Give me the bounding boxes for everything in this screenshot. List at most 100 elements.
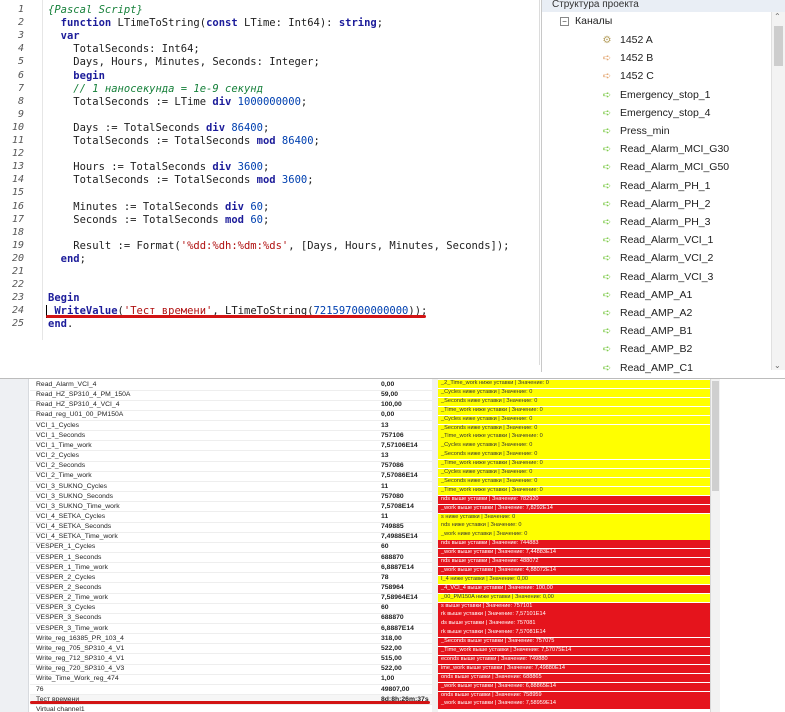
log-entry-below-threshold[interactable]: s ниже уставки | Значение: 0 — [438, 513, 710, 522]
log-entry-below-threshold[interactable]: _Seconds ниже уставки | Значение: 0 — [438, 451, 710, 460]
variable-row[interactable]: VCI_2_Cycles 13 — [30, 451, 432, 462]
variable-row[interactable]: Write_Time_Work_reg_474 1,00 — [30, 674, 432, 685]
log-entry-above-threshold[interactable]: econds выше уставки | Значение: 749880 — [438, 655, 710, 665]
tree-item-channel[interactable]: ➪ Emergency_stop_4 — [600, 104, 711, 122]
variable-row[interactable]: VCI_4_SETKA_Cycles 11 — [30, 512, 432, 523]
log-entry-below-threshold[interactable]: _Cycles ниже уставки | Значение: 0 — [438, 415, 710, 424]
variable-row[interactable]: VESPER_3_Cycles 60 — [30, 603, 432, 614]
tree-item-channel[interactable]: ➪ 1452 B — [600, 49, 653, 67]
log-entry-below-threshold[interactable]: _Cycles ниже уставки | Значение: 0 — [438, 442, 710, 451]
log-entry-below-threshold[interactable]: _Time_work ниже уставки | Значение: 0 — [438, 406, 710, 415]
scroll-up-icon[interactable]: ⌃ — [774, 12, 781, 21]
log-entry-above-threshold[interactable]: _work выше уставки | Значение: 6,88865E1… — [438, 682, 710, 691]
variable-row[interactable]: VESPER_2_Time_work 7,58964E14 — [30, 593, 432, 604]
tree-item-channel[interactable]: ⚙ 1452 A — [600, 31, 653, 49]
log-entry-below-threshold[interactable]: _Seconds ниже уставки | Значение: 0 — [438, 477, 710, 487]
log-entry-above-threshold[interactable]: onds выше уставки | Значение: 758959 — [438, 691, 710, 700]
log-entry-above-threshold[interactable]: s выше уставки | Значение: 757101 — [438, 602, 710, 611]
log-entry-below-threshold[interactable]: _Cycles ниже уставки | Значение: 0 — [438, 388, 710, 398]
log-entry-above-threshold[interactable]: _work выше уставки | Значение: 4,88072E1… — [438, 566, 710, 576]
tree-item-channel[interactable]: ➪ Read_AMP_A2 — [600, 304, 693, 322]
variable-row[interactable]: VCI_1_Time_work 7,57106E14 — [30, 441, 432, 452]
variable-row[interactable]: VESPER_1_Cycles 60 — [30, 542, 432, 553]
log-entry-above-threshold[interactable]: nds выше уставки | Значение: 488072 — [438, 558, 710, 567]
tree-item-channel[interactable]: ➪ Read_AMP_B1 — [600, 322, 693, 340]
tree-item-channel[interactable]: ➪ 1452 C — [600, 67, 654, 85]
variable-row[interactable]: VCI_1_Seconds 757106 — [30, 431, 432, 442]
variable-row[interactable]: VCI_4_SETKA_Time_work 7,49885E14 — [30, 532, 432, 543]
variable-row[interactable]: VCI_2_Time_work 7,57086E14 — [30, 471, 432, 482]
variable-row[interactable]: Read_HZ_SP310_4_PM_150A 59,00 — [30, 390, 432, 401]
log-entry-above-threshold[interactable]: _Seconds выше уставки | Значение: 757075 — [438, 638, 710, 647]
log-entry-above-threshold[interactable]: _work выше уставки | Значение: 7,58959E1… — [438, 700, 710, 709]
variable-row[interactable]: Virtual channel1 — [30, 705, 432, 712]
tree-root-channels[interactable]: − Каналы — [560, 12, 612, 31]
log-entry-below-threshold[interactable]: _work ниже уставки | Значение: 0 — [438, 531, 710, 540]
log-entry-below-threshold[interactable]: _Time_work ниже уставки | Значение: 0 — [438, 433, 710, 442]
tree-item-channel[interactable]: ➪ Read_Alarm_PH_3 — [600, 213, 711, 231]
tree-item-channel[interactable]: ➪ Read_AMP_B2 — [600, 340, 693, 358]
log-entry-below-threshold[interactable]: _Seconds ниже уставки | Значение: 0 — [438, 397, 710, 407]
events-log[interactable]: _2_Time_work ниже уставки | Значение: 0 _… — [438, 379, 710, 712]
log-entry-above-threshold[interactable]: rk выше уставки | Значение: 7,57081E14 — [438, 629, 710, 638]
log-entry-below-threshold[interactable]: _2_Time_work ниже уставки | Значение: 0 — [438, 380, 710, 389]
log-entry-above-threshold[interactable]: _work выше уставки | Значение: 7,44883E1… — [438, 549, 710, 558]
tree-item-channel[interactable]: ➪ Read_AMP_C1 — [600, 359, 693, 377]
variable-row[interactable]: VCI_2_Seconds 757086 — [30, 461, 432, 472]
tree-item-channel[interactable]: ➪ Read_Alarm_PH_1 — [600, 177, 711, 195]
log-entry-above-threshold[interactable]: _Time_work выше уставки | Значение: 7,57… — [438, 647, 710, 656]
variable-row[interactable]: VCI_3_SUKNO_Cycles 11 — [30, 482, 432, 493]
log-entry-above-threshold[interactable]: ime_work выше уставки | Значение: 7,4988… — [438, 664, 710, 674]
variable-row[interactable]: Read_Alarm_VCI_4 0,00 — [30, 380, 432, 391]
log-entry-below-threshold[interactable]: I_4 ниже уставки | Значение: 0,00 — [438, 575, 710, 585]
collapse-toggle-icon[interactable]: − — [560, 17, 569, 26]
scroll-down-icon[interactable]: ⌄ — [774, 361, 781, 370]
log-entry-below-threshold[interactable]: _Cycles ниже уставки | Значение: 0 — [438, 469, 710, 478]
tree-item-channel[interactable]: ➪ Read_Alarm_VCI_3 — [600, 268, 714, 286]
variable-row[interactable]: VESPER_3_Seconds 688870 — [30, 613, 432, 625]
tree-item-channel[interactable]: ➪ Emergency_stop_1 — [600, 86, 711, 104]
log-entry-below-threshold[interactable]: nds ниже уставки | Значение: 0 — [438, 522, 710, 531]
variable-row[interactable]: VESPER_2_Cycles 78 — [30, 573, 432, 584]
variable-row[interactable]: Write_reg_720_SP310_4_V3 522,00 — [30, 664, 432, 675]
tree-item-channel[interactable]: ➪ Read_Alarm_MCI_G50 — [600, 158, 729, 176]
variable-row[interactable]: Write_reg_16385_PR_103_4 318,00 — [30, 634, 432, 645]
variable-row[interactable]: VCI_4_SETKA_Seconds 749885 — [30, 522, 432, 533]
tree-item-channel[interactable]: ➪ Read_Alarm_VCI_2 — [600, 249, 714, 267]
variable-row[interactable]: VCI_3_SUKNO_Time_work 7,5708E14 — [30, 502, 432, 513]
variable-row[interactable]: VCI_3_SUKNO_Seconds 757080 — [30, 492, 432, 503]
log-entry-above-threshold[interactable]: onds выше уставки | Значение: 688865 — [438, 673, 710, 682]
log-entry-above-threshold[interactable]: _work выше уставки | Значение: 7,8292E14 — [438, 504, 710, 513]
log-entry-above-threshold[interactable]: nds выше уставки | Значение: 744883 — [438, 540, 710, 549]
log-scrollbar[interactable] — [711, 379, 720, 712]
log-entry-below-threshold[interactable]: _Time_work ниже уставки | Значение: 0 — [438, 460, 710, 469]
log-entry-above-threshold[interactable]: ds выше уставки | Значение: 757081 — [438, 620, 710, 629]
tree-item-channel[interactable]: ➪ Read_Alarm_PH_2 — [600, 195, 711, 213]
variable-row[interactable]: VESPER_2_Seconds 758964 — [30, 583, 432, 594]
tree-item-channel[interactable]: ➪ Read_Alarm_MCI_G30 — [600, 140, 729, 158]
log-entry-above-threshold[interactable]: _4_VCI_4 выше уставки | Значение: 100,00 — [438, 584, 710, 593]
variable-row[interactable]: VCI_1_Cycles 13 — [30, 421, 432, 432]
variable-row[interactable]: VESPER_1_Seconds 688870 — [30, 553, 432, 564]
variable-row[interactable]: Write_reg_712_SP310_4_V1 515,00 — [30, 654, 432, 665]
tree-item-channel[interactable]: ➪ Read_Alarm_VCI_1 — [600, 231, 714, 249]
variable-row[interactable]: VESPER_1_Time_work 6,8887E14 — [30, 563, 432, 574]
log-scrollbar-thumb[interactable] — [712, 381, 719, 491]
variable-row[interactable]: Write_reg_705_SP310_4_V1 522,00 — [30, 644, 432, 655]
variable-row[interactable]: 76 49807,00 — [30, 685, 432, 696]
tree-item-channel[interactable]: ➪ Read_AMP_A1 — [600, 286, 693, 304]
log-entry-below-threshold[interactable]: _00_PM150A ниже уставки | Значение: 0,00 — [438, 593, 710, 602]
tree-item-channel[interactable]: ➪ Press_min — [600, 122, 670, 140]
variables-table[interactable]: Read_Alarm_VCI_4 0,00 Read_HZ_SP310_4_PM_1… — [30, 379, 432, 712]
log-entry-above-threshold[interactable]: rk выше уставки | Значение: 7,57101E14 — [438, 611, 710, 620]
variable-row[interactable]: Read_HZ_SP310_4_VCI_4 100,00 — [30, 400, 432, 411]
code-line[interactable]: 25 end. — [0, 316, 540, 332]
tree-scrollbar[interactable]: ⌃ ⌄ — [771, 12, 785, 370]
variable-row[interactable]: VESPER_3_Time_work 6,8887E14 — [30, 624, 432, 635]
log-entry-below-threshold[interactable]: _Time_work ниже уставки | Значение: 0 — [438, 486, 710, 496]
log-entry-above-threshold[interactable]: nds выше уставки | Значение: 782920 — [438, 495, 710, 504]
variable-row[interactable]: Read_reg_U01_00_PM150A 0,00 — [30, 410, 432, 422]
code-editor[interactable]: 1 {Pascal Script} 2 function LTimeToString… — [0, 0, 540, 365]
scrollbar-thumb[interactable] — [774, 26, 783, 66]
log-entry-below-threshold[interactable]: _Seconds ниже уставки | Значение: 0 — [438, 424, 710, 433]
